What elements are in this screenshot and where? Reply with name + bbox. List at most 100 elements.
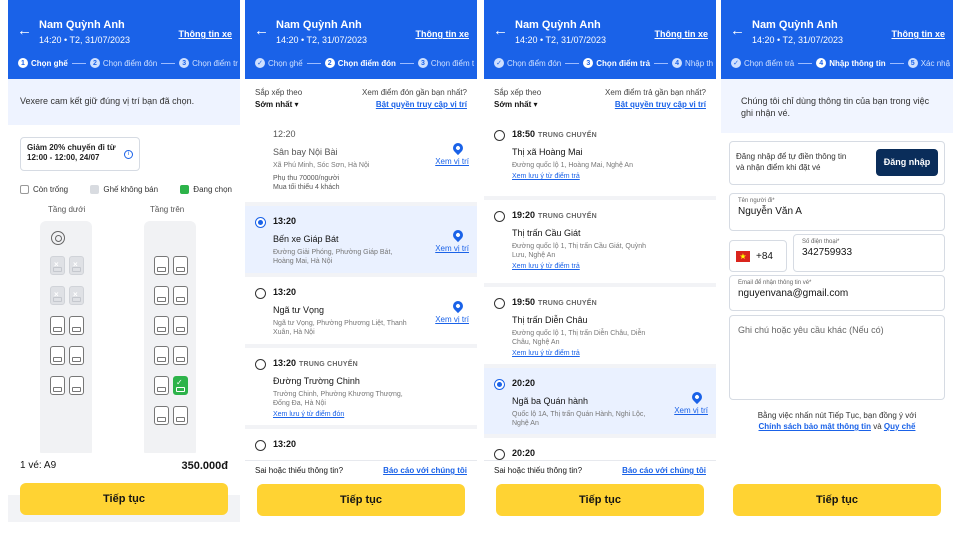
seat[interactable] [69,376,84,395]
steering-wheel-icon [51,231,65,245]
dropoff-item[interactable]: 18:50 TRUNG CHUYỂN Thị xã Hoàng Mai Đường… [484,119,716,196]
back-arrow-icon[interactable]: ← [254,22,269,39]
back-arrow-icon[interactable]: ← [730,22,745,39]
seat[interactable] [173,406,188,425]
report-link[interactable]: Báo cáo với chúng tôi [383,466,467,482]
pickup-item[interactable]: 12:20 Sân bay Nội Bài Xã Phú Minh, Sóc S… [245,119,477,202]
bus-info-link[interactable]: Thông tin xe [892,29,946,39]
view-location-link[interactable]: Xem vị trí [435,244,469,253]
seat[interactable] [154,376,169,395]
radio-button[interactable] [494,130,505,141]
step-3: 3 Chọn điểm tr [179,58,238,68]
dropoff-name: Ngã ba Quán hành [512,396,589,406]
view-location-link[interactable]: Xem vị trí [435,315,469,324]
transfer-tag: TRUNG CHUYỂN [538,213,597,220]
time-value: 13:20 [273,358,297,368]
step-number: 3 [179,58,190,68]
bus-info-link[interactable]: Thông tin xe [655,29,709,39]
back-arrow-icon[interactable]: ← [493,22,508,39]
deck-lower-title: Tầng dưới [48,205,86,214]
radio-button[interactable] [255,440,266,451]
seat[interactable] [69,346,84,365]
pickup-note-link[interactable]: Xem lưu ý từ điểm đón [273,411,465,418]
dropoff-item[interactable]: 20:20 Ngã ba Quán hành Quốc lộ 1A, Thị t… [484,368,716,434]
seat-selection-screen: ← Nam Quỳnh Anh 14:20 • T2, 31/07/2023 T… [8,0,240,522]
seat[interactable] [154,316,169,335]
enable-location-link[interactable]: Bật quyền truy cập vị trí [376,100,467,109]
transfer-tag: TRUNG CHUYỂN [538,300,597,307]
seat[interactable] [50,346,65,365]
privacy-policy-link[interactable]: Chính sách bảo mật thông tin [759,422,871,431]
info-icon[interactable]: i [124,150,133,159]
regulations-link[interactable]: Quy chế [884,422,916,431]
radio-button[interactable] [494,379,505,390]
seat[interactable] [50,376,65,395]
phone-field[interactable]: Số điện thoại* 342759933 [793,234,945,272]
seat[interactable] [173,256,188,275]
terms-text: Bằng việc nhấn nút Tiếp Tục, bạn đồng ý … [733,410,941,432]
report-link[interactable]: Báo cáo với chúng tôi [622,466,706,482]
continue-button[interactable]: Tiếp tục [20,483,228,515]
coupon-card[interactable]: Giảm 20% chuyến đi từ 12:00 - 12:00, 24/… [20,137,140,171]
seat[interactable] [154,256,169,275]
seat-selected[interactable]: ✓ [173,376,188,395]
back-arrow-icon[interactable]: ← [17,22,32,39]
passenger-name: Nam Quỳnh Anh [39,19,125,31]
view-location-link[interactable]: Xem vị trí [435,157,469,166]
radio-button[interactable] [255,288,266,299]
seat[interactable] [154,286,169,305]
step-number: 4 [672,58,683,68]
step-5: 5 Xác nhậ [907,58,950,68]
view-location-link[interactable]: Xem vị trí [674,406,708,415]
radio-button[interactable] [255,359,266,370]
radio-button[interactable] [255,217,266,228]
dropoff-note-link[interactable]: Xem lưu ý từ điểm trả [512,350,704,357]
seat[interactable] [154,346,169,365]
dropoff-note-link[interactable]: Xem lưu ý từ điểm trả [512,263,704,270]
pickup-item[interactable]: 13:20 Bến xe Giáp Bát Đường Giải Phóng, … [245,206,477,273]
radio-button[interactable] [494,211,505,222]
notes-textarea[interactable]: Ghi chú hoặc yêu cầu khác (Nếu có) [729,315,945,400]
seat[interactable] [173,346,188,365]
pickup-item[interactable]: 13:20 [245,429,477,460]
report-question: Sai hoặc thiếu thông tin? [494,466,583,475]
country-code: +84 [756,250,773,262]
pickup-time: 13:20 [273,216,297,226]
deck-lower: × × × × [40,221,92,457]
email-field[interactable]: Email để nhận thông tin vé* nguyenvana@g… [729,275,945,311]
continue-button[interactable]: Tiếp tục [496,484,704,516]
dropoff-name: Thị trấn Diễn Châu [512,315,588,325]
radio-button[interactable] [494,298,505,309]
continue-button[interactable]: Tiếp tục [257,484,465,516]
seat-legend: Còn trống Ghế không bán Đang chọn [20,185,232,194]
bus-info-link[interactable]: Thông tin xe [416,29,470,39]
pickup-time: 13:20 TRUNG CHUYỂN [273,358,465,368]
privacy-note: Chúng tôi chỉ dùng thông tin của bạn tro… [721,79,953,133]
enable-location-link[interactable]: Bật quyền truy cập vị trí [615,100,706,109]
pickup-item[interactable]: 13:20 Ngã tư Vọng Ngã tư Vọng, Phường Ph… [245,277,477,344]
dropoff-item[interactable]: 19:50 TRUNG CHUYỂN Thị trấn Diễn Châu Đườ… [484,287,716,364]
passenger-name: Nam Quỳnh Anh [752,19,838,31]
seat[interactable] [69,316,84,335]
bus-info-link[interactable]: Thông tin xe [179,29,233,39]
dropoff-note-link[interactable]: Xem lưu ý từ điểm trả [512,173,704,180]
seat[interactable] [50,316,65,335]
country-code-select[interactable]: ★ +84 [729,240,787,272]
step-label: Chọn điểm trả [744,58,795,68]
dropoff-item[interactable]: 19:20 TRUNG CHUYỂN Thị trấn Cầu Giát Đườn… [484,200,716,283]
continue-button[interactable]: Tiếp tục [733,484,941,516]
radio-button[interactable] [494,449,505,460]
dropoff-item[interactable]: 20:20 [484,438,716,460]
seat[interactable] [173,316,188,335]
pickup-item[interactable]: 13:20 TRUNG CHUYỂN Đường Trường Chinh Trư… [245,348,477,425]
phone-label: Số điện thoại* [802,239,840,245]
name-field[interactable]: Tên người đi* Nguyễn Văn A [729,193,945,231]
seat[interactable] [154,406,169,425]
step-label: Chọn điểm t [430,58,475,68]
seat[interactable] [173,286,188,305]
nearest-label: Xem điểm trả gần bạn nhất? [605,88,706,97]
login-button[interactable]: Đăng nhập [876,149,938,176]
name-label: Tên người đi* [738,198,775,204]
pickup-name: Đường Trường Chinh [273,376,360,386]
dropoff-point-screen: ← Nam Quỳnh Anh 14:20 • T2, 31/07/2023 T… [484,0,716,522]
